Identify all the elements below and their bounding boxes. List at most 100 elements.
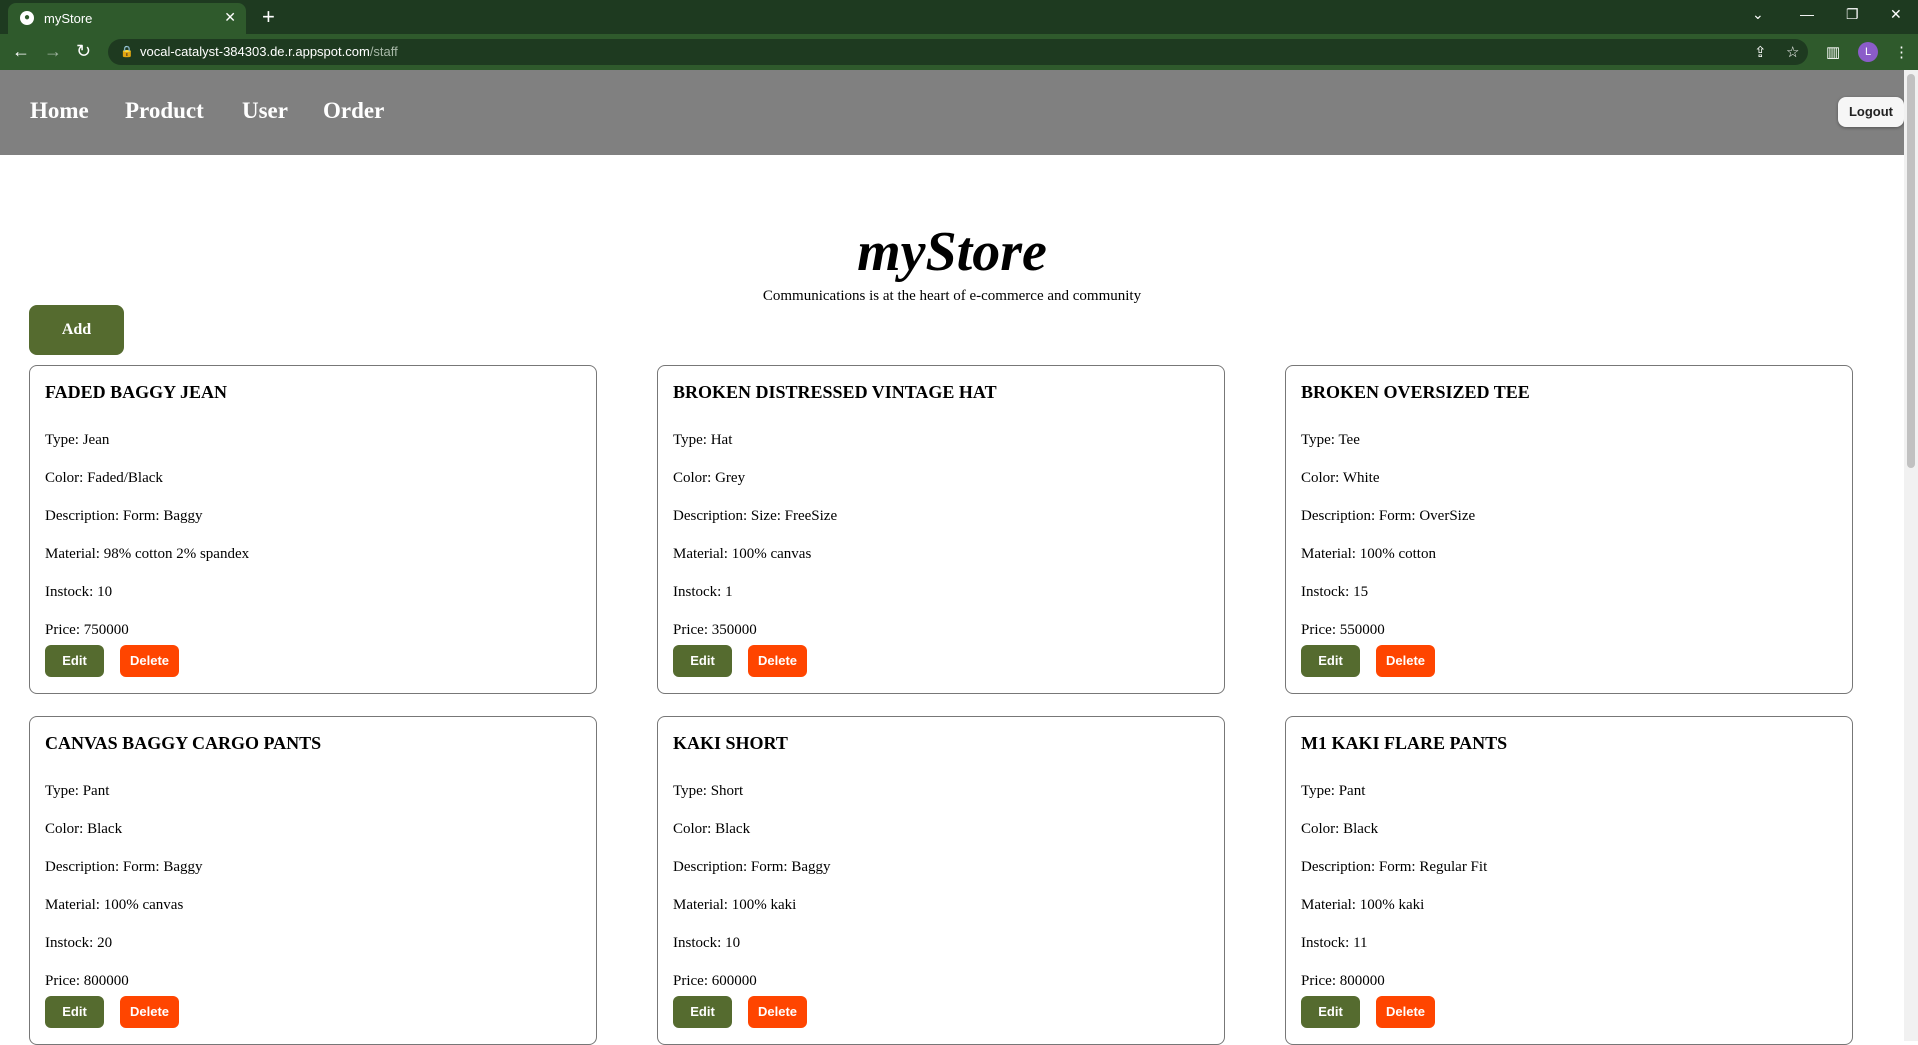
- product-instock-label: Instock:: [673, 935, 722, 951]
- product-color-label: Color:: [1301, 470, 1340, 486]
- tab-title: myStore: [44, 11, 93, 26]
- product-type-value: Jean: [82, 432, 110, 448]
- product-type-value: Pant: [82, 783, 110, 799]
- product-instock: Instock: 10: [673, 935, 740, 952]
- close-window-icon[interactable]: ✕: [1890, 6, 1902, 23]
- nav-link-home[interactable]: Home: [30, 98, 89, 124]
- product-color-label: Color:: [673, 821, 712, 837]
- product-type-label: Type:: [45, 432, 79, 448]
- product-instock-value: 10: [97, 584, 113, 600]
- product-description-label: Description:: [1301, 859, 1376, 875]
- product-price-value: 750000: [83, 622, 129, 638]
- menu-kebab-icon[interactable]: ⋮: [1894, 43, 1909, 61]
- profile-avatar[interactable]: L: [1858, 42, 1878, 62]
- product-type: Type: Hat: [673, 432, 732, 449]
- product-type: Type: Tee: [1301, 432, 1360, 449]
- product-price-label: Price:: [1301, 973, 1336, 989]
- product-instock-label: Instock:: [45, 935, 94, 951]
- product-instock: Instock: 11: [1301, 935, 1368, 952]
- product-instock-value: 20: [97, 935, 113, 951]
- product-type-value: Hat: [710, 432, 733, 448]
- nav-link-order[interactable]: Order: [323, 98, 384, 124]
- product-card: BROKEN DISTRESSED VINTAGE HAT Type: Hat Co…: [657, 365, 1225, 694]
- product-material-label: Material:: [673, 897, 728, 913]
- product-description-label: Description:: [45, 508, 120, 524]
- reload-icon[interactable]: ↻: [76, 41, 91, 62]
- product-material-label: Material:: [1301, 897, 1356, 913]
- delete-button[interactable]: Delete: [120, 996, 179, 1028]
- product-name: KAKI SHORT: [673, 733, 788, 753]
- product-price-value: 800000: [83, 973, 129, 989]
- edit-button[interactable]: Edit: [45, 645, 104, 677]
- url-path: /staff: [369, 44, 398, 59]
- product-color-value: Grey: [715, 470, 746, 486]
- edit-button[interactable]: Edit: [45, 996, 104, 1028]
- add-product-button[interactable]: Add: [29, 305, 124, 355]
- tab-search-icon[interactable]: ⌄: [1752, 6, 1764, 23]
- product-price-value: 550000: [1339, 622, 1385, 638]
- page-scrollbar[interactable]: [1904, 70, 1918, 1041]
- product-instock-value: 15: [1353, 584, 1369, 600]
- product-color: Color: Grey: [673, 470, 745, 487]
- product-color-label: Color:: [1301, 821, 1340, 837]
- product-material-label: Material:: [45, 546, 100, 562]
- product-material: Material: 100% kaki: [673, 897, 796, 914]
- forward-icon[interactable]: →: [44, 41, 62, 62]
- product-material: Material: 100% canvas: [45, 897, 183, 914]
- browser-toolbar: ← → ↻ 🔒 vocal-catalyst-384303.de.r.appsp…: [0, 34, 1918, 70]
- edit-button[interactable]: Edit: [673, 996, 732, 1028]
- product-price: Price: 800000: [1301, 973, 1385, 990]
- delete-button[interactable]: Delete: [1376, 996, 1435, 1028]
- product-color-value: Black: [715, 821, 751, 837]
- globe-icon: ●: [20, 11, 34, 25]
- product-instock-value: 11: [1353, 935, 1368, 951]
- product-material-label: Material:: [45, 897, 100, 913]
- product-instock-label: Instock:: [673, 584, 722, 600]
- nav-link-product[interactable]: Product: [125, 98, 204, 124]
- edit-button[interactable]: Edit: [1301, 645, 1360, 677]
- product-type-value: Tee: [1338, 432, 1360, 448]
- nav-link-user[interactable]: User: [242, 98, 288, 124]
- delete-button[interactable]: Delete: [120, 645, 179, 677]
- product-type-label: Type:: [673, 783, 707, 799]
- delete-button[interactable]: Delete: [748, 996, 807, 1028]
- product-instock: Instock: 1: [673, 584, 733, 601]
- delete-button[interactable]: Delete: [748, 645, 807, 677]
- address-bar[interactable]: 🔒 vocal-catalyst-384303.de.r.appspot.com…: [108, 39, 1808, 65]
- product-description-value: Form: Baggy: [122, 859, 203, 875]
- product-price: Price: 550000: [1301, 622, 1385, 639]
- restore-icon[interactable]: ❐: [1846, 6, 1859, 23]
- back-icon[interactable]: ←: [12, 41, 30, 62]
- bookmark-star-icon[interactable]: ☆: [1786, 43, 1799, 61]
- product-instock-label: Instock:: [1301, 935, 1350, 951]
- new-tab-icon[interactable]: +: [262, 4, 275, 30]
- product-instock: Instock: 15: [1301, 584, 1368, 601]
- product-material-value: 98% cotton 2% spandex: [103, 546, 250, 562]
- close-tab-icon[interactable]: ✕: [224, 9, 236, 26]
- product-description-value: Form: Baggy: [750, 859, 831, 875]
- lock-icon: 🔒: [120, 46, 134, 58]
- product-price-label: Price:: [45, 973, 80, 989]
- product-color-label: Color:: [45, 470, 84, 486]
- delete-button[interactable]: Delete: [1376, 645, 1435, 677]
- scrollbar-thumb[interactable]: [1907, 74, 1915, 468]
- product-description: Description: Form: Baggy: [45, 859, 203, 876]
- product-color-label: Color:: [45, 821, 84, 837]
- edit-button[interactable]: Edit: [673, 645, 732, 677]
- product-description-label: Description:: [45, 859, 120, 875]
- product-color: Color: Faded/Black: [45, 470, 163, 487]
- side-panel-icon[interactable]: ▥: [1826, 43, 1840, 61]
- product-color-value: Black: [1343, 821, 1379, 837]
- product-instock: Instock: 10: [45, 584, 112, 601]
- edit-button[interactable]: Edit: [1301, 996, 1360, 1028]
- product-card: BROKEN OVERSIZED TEE Type: Tee Color: Whit…: [1285, 365, 1853, 694]
- product-price-value: 600000: [711, 973, 757, 989]
- product-type: Type: Pant: [1301, 783, 1365, 800]
- product-price-label: Price:: [1301, 622, 1336, 638]
- logout-button[interactable]: Logout: [1838, 97, 1904, 127]
- minimize-icon[interactable]: —: [1800, 6, 1814, 22]
- product-type-label: Type:: [45, 783, 79, 799]
- share-icon[interactable]: ⇪: [1754, 43, 1767, 61]
- product-material-value: 100% kaki: [1359, 897, 1425, 913]
- browser-tab[interactable]: ● myStore ✕: [8, 3, 246, 34]
